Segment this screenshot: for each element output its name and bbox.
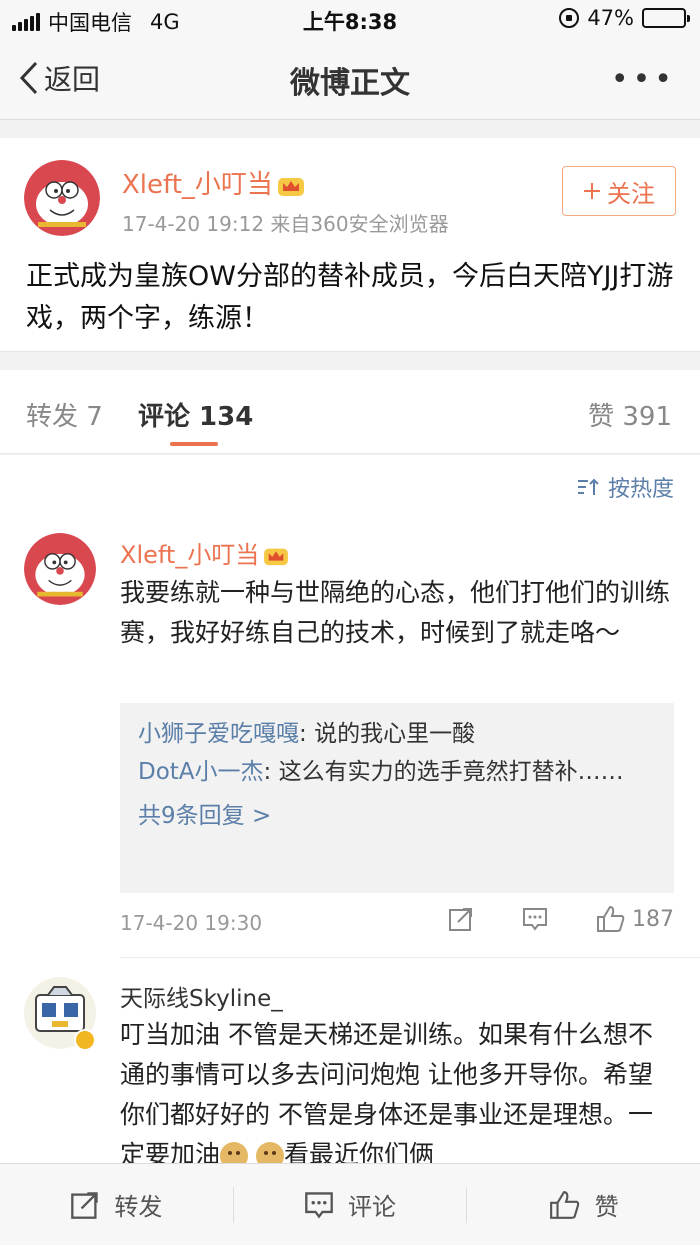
commenter-name[interactable]: Xleft_小叮当 (120, 535, 289, 570)
comment-label: 评论 (348, 1193, 396, 1221)
comment-text: 我要练就一种与世隔绝的心态，他们打他们的训练赛，我好好练自己的技术，时候到了就走… (120, 578, 671, 647)
sort-icon (577, 478, 599, 495)
repost-label: 转发 (114, 1193, 163, 1221)
comment-text: 叮当加油 不管是天梯还是训练。如果有什么想不通的事情可以多去问问炮炮 让他多开导… (120, 1015, 672, 1175)
crown-badge-icon (277, 177, 304, 196)
reply-item: DotA小一杰: 这么有实力的选手竟然打替补…… (138, 759, 624, 785)
more-replies-link[interactable]: 共9条回复 > (138, 797, 656, 835)
comment-actions: 187 (448, 905, 674, 933)
page-title: 微博正文 (290, 66, 410, 101)
sort-label: 按热度 (607, 477, 674, 502)
status-right: 47% (559, 6, 690, 30)
reply-author[interactable]: 小狮子爱吃嘎嘎 (138, 721, 299, 747)
bottom-toolbar: 转发 评论 赞 (0, 1163, 700, 1245)
battery-percent: 47% (587, 6, 634, 30)
battery-icon (642, 8, 690, 28)
doraemon-avatar-icon (24, 160, 100, 236)
tab-repost[interactable]: 转发 7 (26, 396, 103, 433)
like-label: 赞 (594, 1193, 619, 1221)
reply-text: 说的我心里一酸 (314, 721, 476, 747)
tab-like[interactable]: 赞 391 (588, 396, 672, 433)
like-button[interactable]: 187 (596, 905, 674, 933)
plus-icon (584, 183, 600, 199)
comment-icon[interactable] (522, 906, 548, 932)
more-button[interactable]: ••• (611, 62, 676, 97)
repost-icon (71, 1191, 99, 1219)
verified-badge-icon (74, 1029, 96, 1051)
comment-time: 17-4-20 19:30 (120, 911, 263, 935)
nav-bar: 返回 微博正文 ••• (0, 40, 700, 120)
post-text: 正式成为皇族OW分部的替补成员，今后白天陪YJJ打游戏，两个字，练源！ (26, 261, 674, 334)
comment-list: 按热度 Xleft_小叮当 我要练就一种与世隔绝的心态，他们打他们的训练赛，我好… (0, 455, 700, 1170)
status-bar: 中国电信 4G 上午8:38 47% (0, 0, 700, 40)
interaction-tabs: 转发 7 评论 134 赞 391 (0, 370, 700, 454)
commenter-name[interactable]: 天际线Skyline_ (120, 979, 283, 1013)
commenter-name-text: Xleft_小叮当 (120, 541, 260, 569)
tab-comment[interactable]: 评论 134 (138, 396, 253, 433)
commenter-avatar[interactable] (24, 533, 96, 605)
repost-icon[interactable] (448, 906, 474, 932)
post-author-name: Xleft_小叮当 (122, 170, 273, 200)
follow-label: 关注 (607, 179, 655, 208)
reply-box[interactable]: 小狮子爱吃嘎嘎: 说的我心里一酸 DotA小一杰: 这么有实力的选手竟然打替补…… (120, 703, 674, 893)
crown-badge-icon (264, 548, 289, 566)
follow-button[interactable]: 关注 (562, 166, 676, 216)
thumbs-up-icon (597, 905, 625, 932)
like-count: 187 (632, 906, 674, 932)
like-button[interactable]: 赞 (467, 1187, 700, 1222)
comment-divider (120, 957, 700, 958)
thumbs-up-icon (549, 1190, 579, 1219)
active-tab-indicator (170, 442, 218, 446)
reply-author[interactable]: DotA小一杰 (138, 759, 264, 785)
rotation-lock-icon (559, 8, 580, 28)
post-card: Xleft_小叮当 17-4-20 19:12 来自360安全浏览器 关注 正式… (0, 138, 700, 352)
reply-text: 这么有实力的选手竟然打替补…… (278, 759, 624, 785)
post-meta: 17-4-20 19:12 来自360安全浏览器 (122, 212, 449, 236)
repost-button[interactable]: 转发 (0, 1187, 233, 1222)
author-avatar[interactable] (24, 160, 100, 236)
comment-icon (305, 1191, 333, 1218)
sort-button[interactable]: 按热度 (576, 471, 674, 503)
comment-button[interactable]: 评论 (234, 1187, 467, 1222)
post-author[interactable]: Xleft_小叮当 (122, 164, 305, 201)
doraemon-avatar-icon (24, 533, 96, 605)
reply-item: 小狮子爱吃嘎嘎: 说的我心里一酸 (138, 721, 476, 747)
